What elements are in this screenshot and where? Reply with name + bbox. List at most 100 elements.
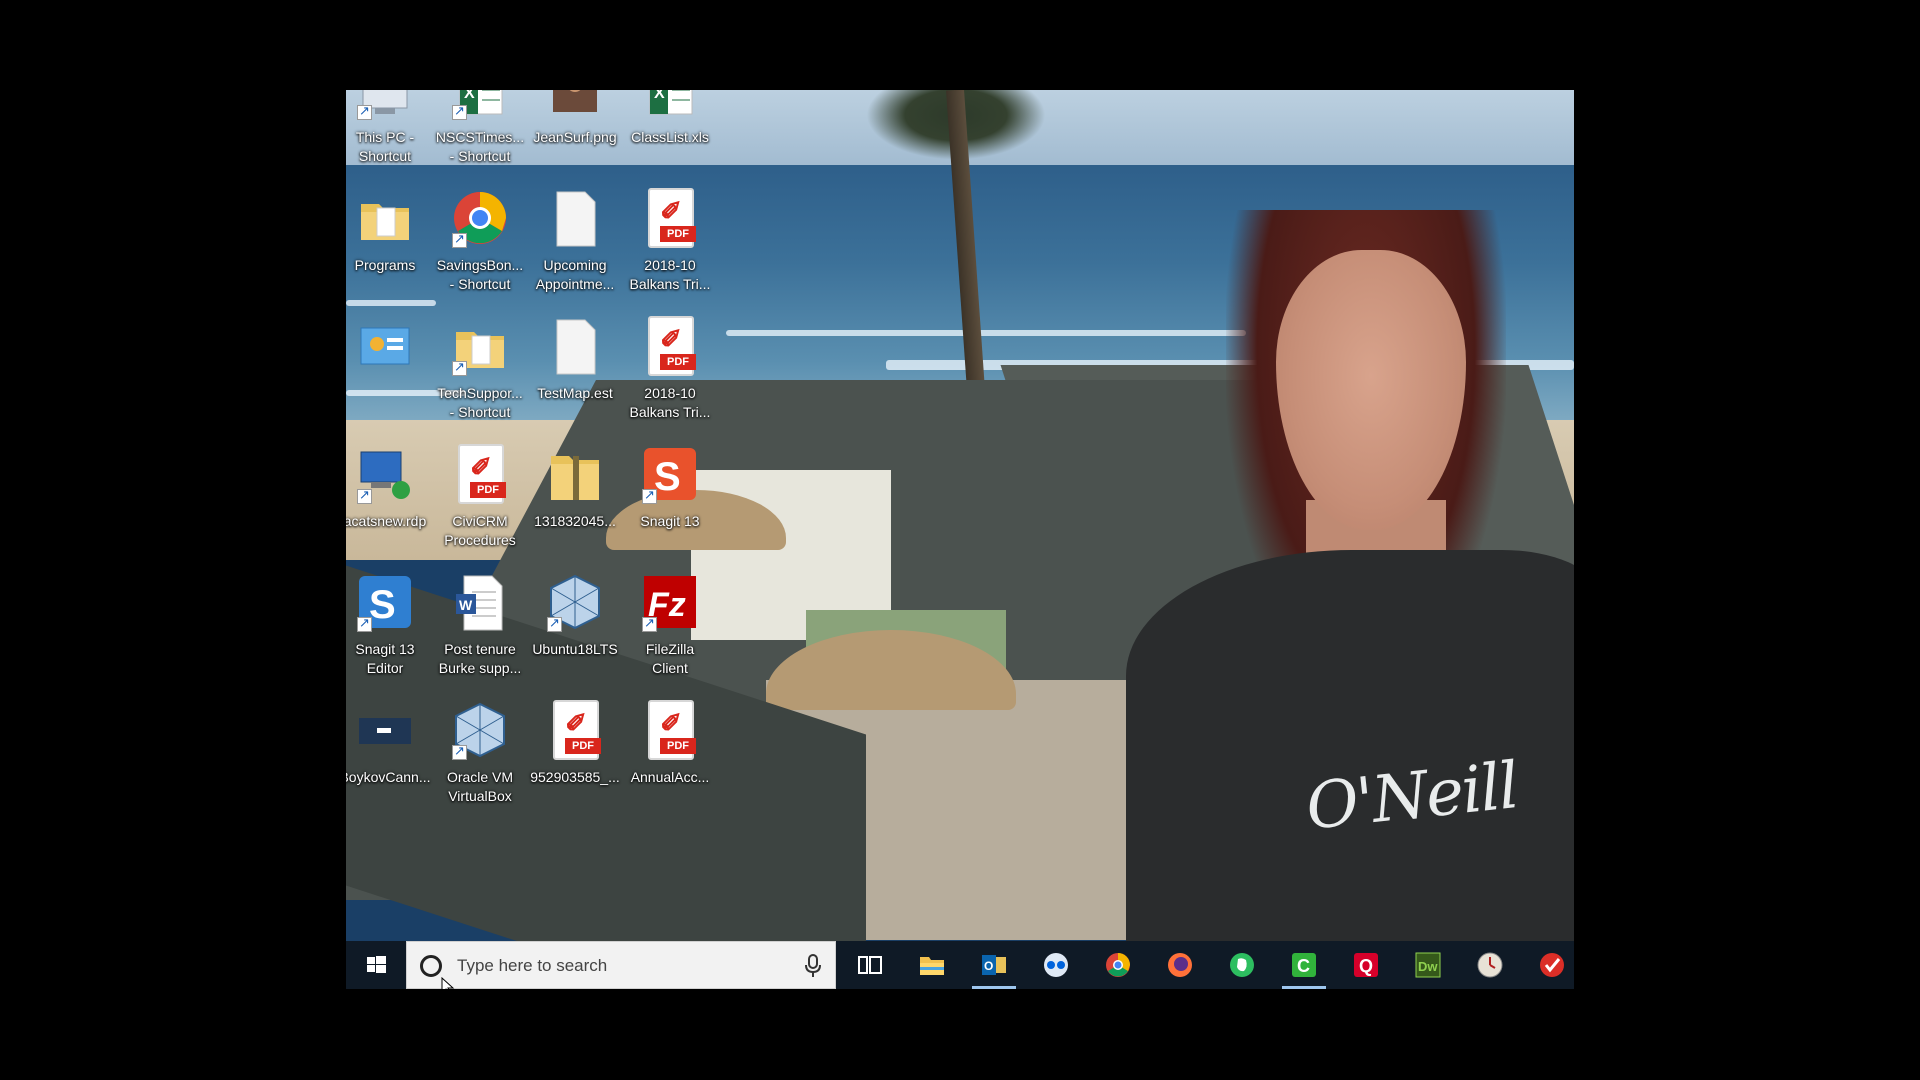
pdf-icon: ✐ PDF — [640, 700, 700, 760]
acrobat-glyph: ✐ — [565, 708, 587, 738]
word-icon: W — [450, 572, 510, 632]
label-line: Snagit 13 — [355, 641, 415, 657]
svg-text:Dw: Dw — [1418, 959, 1438, 974]
virtualbox-icon — [545, 572, 605, 632]
desktop-shortcut-label: BoykovCann... — [346, 768, 432, 787]
svg-text:O: O — [984, 959, 993, 973]
desktop-shortcut[interactable]: TestMap.est — [528, 302, 622, 424]
taskbar-button-evernote[interactable] — [1214, 941, 1270, 989]
desktop-shortcut[interactable] — [346, 302, 432, 424]
desktop-shortcut[interactable]: X ClassList.xls — [623, 90, 717, 168]
taskbar-button-todo-check[interactable] — [1524, 941, 1574, 989]
todo-check-icon — [1538, 951, 1566, 979]
taskbar-button-dreamweaver[interactable]: Dw — [1400, 941, 1456, 989]
label-line: Balkans Tri... — [629, 404, 711, 420]
evernote-icon — [1228, 951, 1256, 979]
pdf-tag: PDF — [660, 354, 696, 370]
windows-logo-icon — [367, 956, 386, 973]
outlook-icon: O — [980, 951, 1008, 979]
label-line: FileZilla — [645, 641, 695, 657]
desktop-shortcut-label: CiviCRM Procedures — [433, 512, 527, 550]
taskbar-button-outlook[interactable]: O — [966, 941, 1022, 989]
desktop-shortcut[interactable]: SavingsBon... - Shortcut — [433, 174, 527, 296]
wallpaper-wetsuit — [1126, 550, 1574, 941]
desktop-shortcut-label: JeanSurf.png — [528, 128, 622, 147]
desktop-shortcut-label: TestMap.est — [528, 384, 622, 403]
filezilla-icon: Fz — [640, 572, 700, 632]
label-line: - Shortcut — [449, 148, 511, 164]
desktop-shortcut[interactable]: ✐ PDF CiviCRM Procedures — [433, 430, 527, 552]
label-line: - Shortcut — [449, 276, 511, 292]
desktop-shortcut[interactable]: This PC - Shortcut — [346, 90, 432, 168]
taskbar-button-firefox[interactable] — [1152, 941, 1208, 989]
search-placeholder: Type here to search — [457, 956, 608, 975]
taskbar-search-box[interactable]: Type here to search — [406, 941, 836, 989]
label-line: 2018-10 — [644, 257, 696, 273]
label-line: Burke supp... — [438, 660, 522, 676]
microphone-icon[interactable] — [803, 954, 823, 978]
desktop-shortcut[interactable]: ✐ PDF 952903585_... — [528, 686, 622, 808]
label-line: Editor — [366, 660, 404, 676]
label-line: Post tenure — [444, 641, 516, 657]
desktop-shortcut-label: Programs — [346, 256, 432, 275]
label-line: TechSuppor... — [437, 385, 523, 401]
desktop-shortcut[interactable]: W Post tenure Burke supp... — [433, 558, 527, 680]
pdf-icon: ✐ PDF — [640, 316, 700, 376]
label-line: Programs — [354, 257, 416, 273]
zip-folder-icon — [545, 444, 605, 504]
taskbar-button-chrome[interactable] — [1090, 941, 1146, 989]
wallpaper-person: O'Neill — [1116, 210, 1574, 941]
label-line: JeanSurf.png — [533, 129, 617, 145]
taskbar-button-quicken[interactable]: Q — [1338, 941, 1394, 989]
desktop-shortcut[interactable]: TechSuppor... - Shortcut — [433, 302, 527, 424]
label-line: CiviCRM — [452, 513, 508, 529]
taskbar-button-camtasia[interactable]: C — [1276, 941, 1332, 989]
taskbar-button-task-view[interactable] — [842, 941, 898, 989]
desktop-shortcut[interactable]: BoykovCann... — [346, 686, 432, 808]
label-line: Snagit 13 — [640, 513, 700, 529]
control-panel-icon — [355, 316, 415, 376]
pdf-tag: PDF — [660, 226, 696, 242]
label-line: Client — [652, 660, 688, 676]
folder-icon — [355, 188, 415, 248]
remote-desktop-icon — [355, 444, 415, 504]
start-button[interactable] — [346, 941, 406, 989]
desktop-screen: O'Neill This PC - Shortcut X NSCSTimes... - … — [346, 90, 1574, 989]
desktop-shortcut-label: NSCSTimes... - Shortcut — [433, 128, 527, 166]
pdf-tag: PDF — [565, 738, 601, 754]
cortana-icon[interactable] — [420, 955, 442, 977]
desktop-shortcut[interactable]: 131832045... — [528, 430, 622, 552]
desktop-shortcut[interactable]: Fz FileZilla Client — [623, 558, 717, 680]
label-line: 131832045... — [534, 513, 616, 529]
svg-text:W: W — [459, 597, 473, 613]
shortcut-arrow-icon — [357, 487, 372, 504]
desktop-shortcut[interactable]: S Snagit 13 — [623, 430, 717, 552]
desktop-shortcut[interactable]: ✐ PDF 2018-10 Balkans Tri... — [623, 174, 717, 296]
desktop-shortcut[interactable]: Upcoming Appointme... — [528, 174, 622, 296]
image-icon — [545, 90, 605, 120]
label-line: Shortcut — [358, 148, 412, 164]
taskbar-button-file-explorer[interactable] — [904, 941, 960, 989]
camtasia-icon: C — [1290, 951, 1318, 979]
label-line: VirtualBox — [448, 788, 512, 804]
shortcut-arrow-icon — [547, 615, 562, 632]
label-line: Appointme... — [535, 276, 615, 292]
desktop-shortcut[interactable]: ✐ PDF 2018-10 Balkans Tri... — [623, 302, 717, 424]
desktop-shortcut[interactable]: Oracle VM VirtualBox — [433, 686, 527, 808]
desktop-shortcut-label: SavingsBon... - Shortcut — [433, 256, 527, 294]
computer-icon — [355, 90, 415, 120]
label-line: 2018-10 — [644, 385, 696, 401]
taskbar-button-clock-app[interactable] — [1462, 941, 1518, 989]
desktop-shortcut[interactable]: ✐ PDF AnnualAcc... — [623, 686, 717, 808]
label-line: acatsnew.rdp — [346, 513, 427, 529]
desktop-shortcut[interactable]: Programs — [346, 174, 432, 296]
desktop-shortcut[interactable]: JeanSurf.png — [528, 90, 622, 168]
desktop-shortcut[interactable]: S Snagit 13 Editor — [346, 558, 432, 680]
desktop-shortcut[interactable]: acatsnew.rdp — [346, 430, 432, 552]
taskbar-button-flickr[interactable] — [1028, 941, 1084, 989]
label-line: SavingsBon... — [436, 257, 524, 273]
desktop-shortcut-label: Snagit 13 — [623, 512, 717, 531]
desktop-shortcut[interactable]: Ubuntu18LTS — [528, 558, 622, 680]
desktop-shortcut-label: Oracle VM VirtualBox — [433, 768, 527, 806]
desktop-shortcut[interactable]: X NSCSTimes... - Shortcut — [433, 90, 527, 168]
